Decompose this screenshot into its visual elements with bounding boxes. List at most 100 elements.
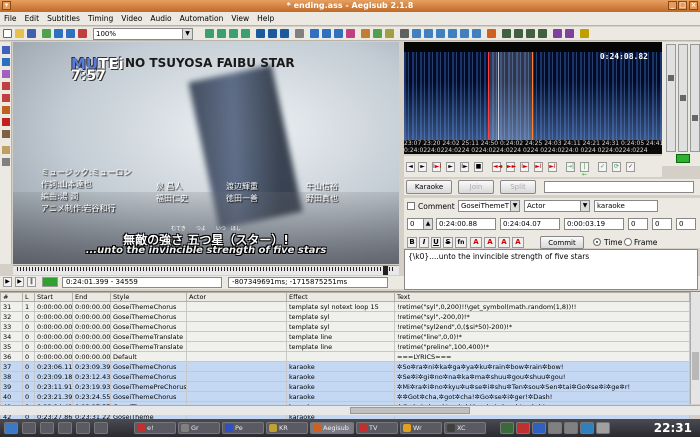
col-number[interactable]: #: [0, 292, 23, 302]
subtitle-text-editor[interactable]: {\k0}....unto the invincible strength of…: [404, 249, 698, 290]
subtitle-grid[interactable]: # L Start End Style Actor Effect Text 31…: [0, 291, 700, 422]
jump-back-icon[interactable]: [54, 29, 63, 38]
drag-tool-icon[interactable]: [2, 58, 10, 66]
split-button[interactable]: Split: [500, 180, 536, 194]
task-1[interactable]: e!: [134, 422, 176, 434]
tray-icon-2[interactable]: [516, 422, 530, 434]
tool-icon-4[interactable]: [538, 29, 547, 38]
table-row[interactable]: 32 0 0:00:00.00 0:00:00.00 GoseiThemeChorus t…: [0, 311, 690, 322]
audio-spectrum[interactable]: 0:24:08.82 23:07 23:20 24:02 25:11 24:50…: [404, 42, 662, 154]
table-row[interactable]: 38 0 0:23:09.18 0:23:12.43 GoseiThemeChorus k…: [0, 371, 690, 382]
seek-thumb[interactable]: [383, 266, 388, 275]
task-3[interactable]: Pe: [222, 422, 264, 434]
play-500-before-icon[interactable]: ◄◄: [492, 162, 502, 172]
scroll-thumb[interactable]: [692, 352, 699, 380]
end-time-field[interactable]: 0:24:04.07: [500, 218, 560, 230]
shift-times-icon[interactable]: [310, 29, 319, 38]
autocommit-icon[interactable]: ✓: [626, 162, 635, 172]
grid-horizontal-scrollbar[interactable]: [0, 405, 700, 415]
toggle-icon-1[interactable]: [412, 29, 421, 38]
tray-icon-4[interactable]: [548, 422, 562, 434]
rotate-z-icon[interactable]: [2, 70, 10, 78]
open-video-icon[interactable]: [42, 29, 51, 38]
save-icon[interactable]: [27, 29, 36, 38]
table-row[interactable]: 31 1 0:00:00.00 0:00:00.00 GoseiThemeChorus t…: [0, 301, 690, 312]
time-readout[interactable]: 0:24:01.399 - 34559: [62, 277, 222, 288]
maximize-icon[interactable]: □: [678, 1, 687, 10]
zoom-slider[interactable]: [666, 44, 676, 152]
primary-color-icon[interactable]: A: [470, 237, 482, 248]
timing-post-icon[interactable]: [322, 29, 331, 38]
tool-icon-3[interactable]: [526, 29, 535, 38]
network-icon[interactable]: [580, 422, 594, 434]
commit-button[interactable]: Commit: [540, 236, 584, 249]
browser-icon[interactable]: [76, 422, 90, 434]
comment-checkbox[interactable]: [407, 202, 415, 210]
open-file-icon[interactable]: [15, 29, 24, 38]
actor-select[interactable]: Actor ▼: [524, 200, 590, 212]
task-7[interactable]: Wr: [400, 422, 442, 434]
grid-vertical-scrollbar[interactable]: [690, 292, 700, 404]
sort-icon[interactable]: [295, 29, 304, 38]
menu-subtitles[interactable]: Subtitles: [43, 12, 84, 25]
col-text[interactable]: Text: [394, 292, 690, 302]
toggle-icon-5[interactable]: [460, 29, 469, 38]
show-desktop-icon[interactable]: [22, 422, 36, 434]
underline-button[interactable]: U: [431, 237, 441, 248]
play-last-500-icon[interactable]: ►I: [534, 162, 543, 172]
table-row[interactable]: 35 0 0:00:00.00 0:00:00.00 GoseiThemeTransla…: [0, 341, 690, 352]
karaoke-syllable-field[interactable]: [544, 181, 694, 193]
translation-icon[interactable]: [361, 29, 370, 38]
clip-icon[interactable]: [2, 106, 10, 114]
volume-slider[interactable]: [678, 44, 688, 152]
margin-left-field[interactable]: 0: [628, 218, 648, 230]
toggle-icon-6[interactable]: [472, 29, 481, 38]
italic-button[interactable]: I: [419, 237, 429, 248]
col-layer[interactable]: L: [22, 292, 35, 302]
tool-icon-6[interactable]: [565, 29, 574, 38]
menu-timing[interactable]: Timing: [84, 12, 117, 25]
margin-right-field[interactable]: 0: [652, 218, 672, 230]
video-seek-bar[interactable]: [13, 265, 399, 275]
shift-icon[interactable]: [487, 29, 496, 38]
col-end[interactable]: End: [72, 292, 111, 302]
time-radio[interactable]: [593, 238, 601, 246]
task-aegisub[interactable]: Aegisub: [310, 422, 354, 434]
tool-icon-1[interactable]: [502, 29, 511, 38]
effect-field[interactable]: karaoke: [594, 200, 658, 212]
menu-audio[interactable]: Audio: [146, 12, 175, 25]
lead-in-icon[interactable]: →|: [566, 162, 575, 172]
find-icon[interactable]: [268, 29, 277, 38]
settings-icon[interactable]: [2, 158, 10, 166]
lock-icon[interactable]: [2, 146, 10, 154]
tray-icon-5[interactable]: [564, 422, 578, 434]
attachments-icon[interactable]: [229, 29, 238, 38]
shadow-color-icon[interactable]: A: [512, 237, 524, 248]
standard-tool-icon[interactable]: [2, 46, 10, 54]
karaoke-button[interactable]: Karaoke: [406, 180, 452, 194]
play-selection-icon[interactable]: I►I: [432, 162, 441, 172]
commit-icon[interactable]: ✓: [598, 162, 607, 172]
layer-spin[interactable]: 0 ▲: [407, 218, 433, 230]
launcher-icon[interactable]: [94, 422, 108, 434]
task-2[interactable]: Gr: [178, 422, 220, 434]
table-row[interactable]: 39 0 0:23:11.91 0:23:19.93 GoseiThemePreChor…: [0, 381, 690, 392]
task-6[interactable]: TV: [356, 422, 398, 434]
toggle-icon-4[interactable]: [448, 29, 457, 38]
table-row[interactable]: 34 0 0:00:00.00 0:00:00.00 GoseiThemeTransla…: [0, 331, 690, 342]
properties-icon[interactable]: [217, 29, 226, 38]
video-display[interactable]: MUTEi 7:57 NO TSUYOSA FAIBU STAR ミュージック:…: [13, 42, 399, 264]
col-start[interactable]: Start: [34, 292, 73, 302]
tool-icon-7[interactable]: [580, 29, 589, 38]
col-style[interactable]: Style: [110, 292, 187, 302]
menu-file[interactable]: File: [0, 12, 21, 25]
table-row[interactable]: 36 0 0:00:00.00 0:00:00.00 Default ===LYRICS=…: [0, 351, 690, 362]
audio-selection[interactable]: [488, 52, 532, 140]
terminal-icon[interactable]: [58, 422, 72, 434]
kanji-timer-icon[interactable]: [334, 29, 343, 38]
menu-automation[interactable]: Automation: [176, 12, 228, 25]
resample-icon[interactable]: [346, 29, 355, 38]
font-button[interactable]: fn: [455, 237, 467, 248]
play-to-end-icon[interactable]: I►: [460, 162, 469, 172]
bold-button[interactable]: B: [407, 237, 417, 248]
